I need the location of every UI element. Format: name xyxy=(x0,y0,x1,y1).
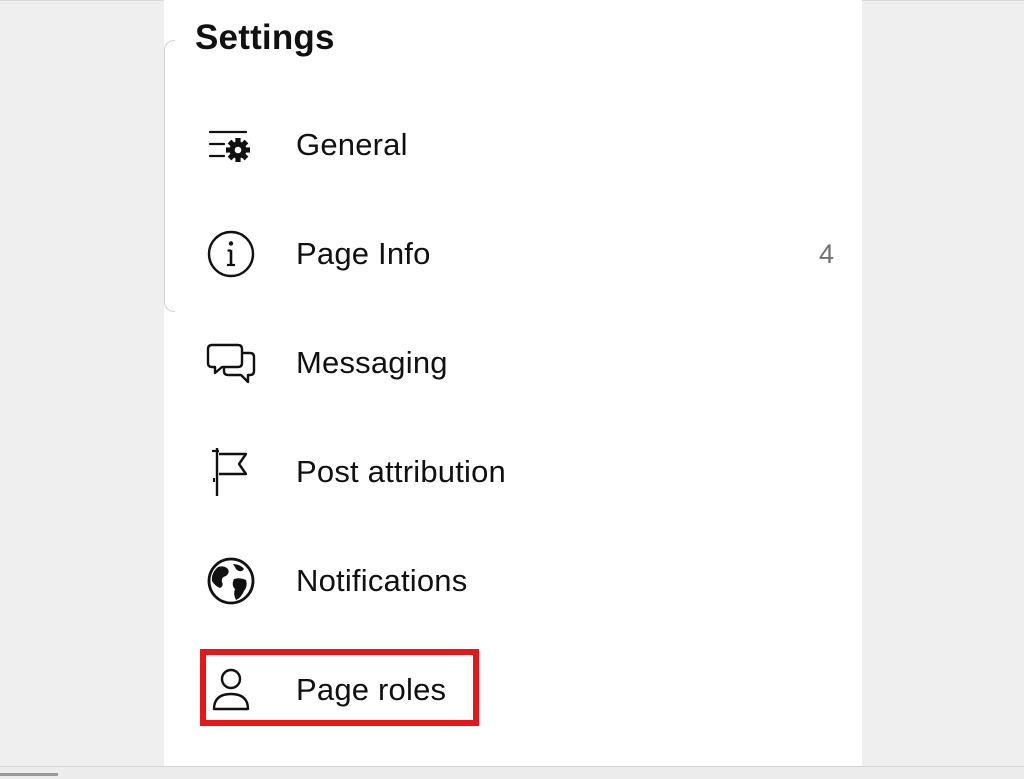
settings-item-label: Page roles xyxy=(296,672,447,707)
horizontal-scrollbar[interactable] xyxy=(0,766,1024,779)
settings-item-label: Post attribution xyxy=(296,454,506,489)
flag-icon xyxy=(206,440,270,504)
settings-item-label: Notifications xyxy=(296,563,468,598)
globe-icon xyxy=(206,549,270,613)
messaging-icon xyxy=(206,331,270,395)
settings-item-post-attribution[interactable]: Post attribution xyxy=(200,432,850,512)
person-icon xyxy=(206,658,270,722)
settings-item-label: Page Info xyxy=(296,236,431,271)
settings-item-page-roles[interactable]: Page roles xyxy=(200,650,850,730)
settings-item-notifications[interactable]: Notifications xyxy=(200,541,850,621)
settings-item-messaging[interactable]: Messaging xyxy=(200,323,850,403)
page-info-count-badge: 4 xyxy=(818,238,834,269)
settings-item-page-info[interactable]: Page Info 4 xyxy=(200,214,850,294)
settings-item-label: General xyxy=(296,127,408,162)
scrollbar-thumb[interactable] xyxy=(0,773,58,776)
panel-edge-border xyxy=(164,40,175,312)
page-title: Settings xyxy=(195,18,335,57)
general-settings-icon xyxy=(206,113,270,177)
settings-item-label: Messaging xyxy=(296,345,448,380)
settings-item-general[interactable]: General xyxy=(200,105,850,185)
info-icon xyxy=(206,222,270,286)
